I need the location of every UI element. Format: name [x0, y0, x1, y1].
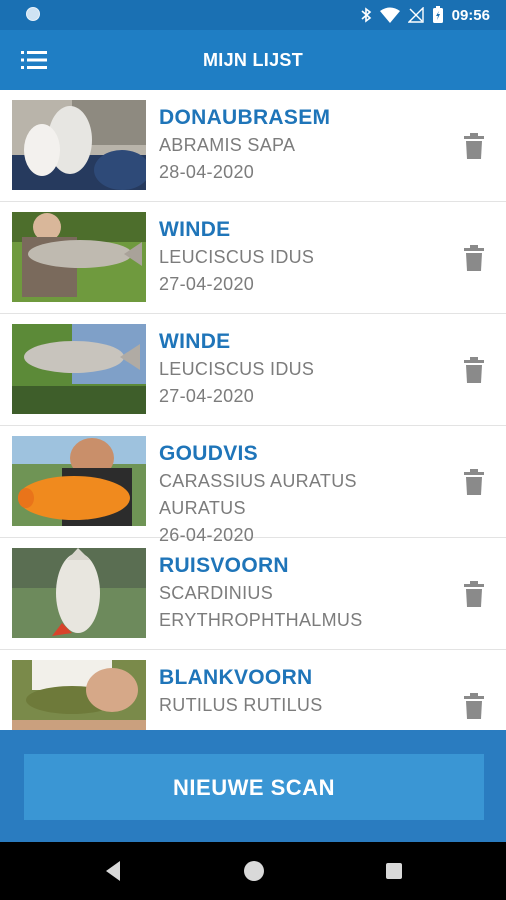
home-icon[interactable]: [244, 861, 264, 881]
scientific-name: LEUCISCUS IDUS: [159, 359, 315, 379]
catch-date: 27-04-2020: [159, 386, 255, 406]
trash-icon[interactable]: [462, 468, 486, 496]
back-icon[interactable]: [104, 860, 124, 882]
system-nav-bar: [0, 842, 506, 900]
fish-photo: [12, 324, 146, 414]
list-item[interactable]: WINDE LEUCISCUS IDUS 27-04-2020: [0, 314, 506, 426]
scientific-name: CARASSIUS AURATUS AURATUS: [159, 471, 357, 518]
status-icons: 09:56: [360, 0, 490, 30]
no-signal-icon: [407, 7, 424, 23]
recent-apps-icon[interactable]: [386, 863, 402, 879]
fish-photo: [12, 660, 146, 730]
catch-list[interactable]: DONAUBRASEM ABRAMIS SAPA 28-04-2020 WIND…: [0, 90, 506, 730]
fish-photo: [12, 212, 146, 302]
species-name: WINDE: [159, 218, 231, 241]
battery-icon: [432, 6, 443, 23]
trash-icon[interactable]: [462, 244, 486, 272]
scientific-name: ABRAMIS SAPA: [159, 135, 296, 155]
app-bar: MIJN LIJST: [0, 30, 506, 90]
list-item[interactable]: DONAUBRASEM ABRAMIS SAPA 28-04-2020: [0, 90, 506, 202]
trash-icon[interactable]: [462, 356, 486, 384]
fish-photo: [12, 436, 146, 526]
status-time: 09:56: [451, 6, 490, 24]
scientific-name: RUTILUS RUTILUS: [159, 695, 323, 715]
fish-photo: [12, 548, 146, 638]
bottom-action-panel: NIEUWE SCAN: [0, 730, 506, 842]
scientific-name: LEUCISCUS IDUS: [159, 247, 315, 267]
species-name: RUISVOORN: [159, 554, 289, 577]
catch-date: 28-04-2020: [159, 162, 255, 182]
list-item[interactable]: WINDE LEUCISCUS IDUS 27-04-2020: [0, 202, 506, 314]
list-item[interactable]: RUISVOORN SCARDINIUS ERYTHROPHTHALMUS: [0, 538, 506, 650]
species-name: BLANKVOORN: [159, 666, 313, 689]
list-item[interactable]: GOUDVIS CARASSIUS AURATUS AURATUS 26-04-…: [0, 426, 506, 545]
trash-icon[interactable]: [462, 132, 486, 160]
scientific-name: SCARDINIUS ERYTHROPHTHALMUS: [159, 583, 363, 630]
list-item[interactable]: BLANKVOORN RUTILUS RUTILUS: [0, 650, 506, 730]
notification-icon: [26, 7, 40, 21]
wifi-icon: [379, 7, 400, 23]
status-bar: 09:56: [0, 0, 506, 30]
bluetooth-icon: [361, 7, 371, 23]
trash-icon[interactable]: [462, 580, 486, 608]
species-name: DONAUBRASEM: [159, 106, 331, 129]
species-name: GOUDVIS: [159, 442, 258, 465]
fish-photo: [12, 100, 146, 190]
page-title: MIJN LIJST: [202, 50, 303, 70]
trash-icon[interactable]: [462, 692, 486, 720]
new-scan-button[interactable]: NIEUWE SCAN: [24, 754, 484, 820]
species-name: WINDE: [159, 330, 231, 353]
catch-date: 27-04-2020: [159, 274, 255, 294]
